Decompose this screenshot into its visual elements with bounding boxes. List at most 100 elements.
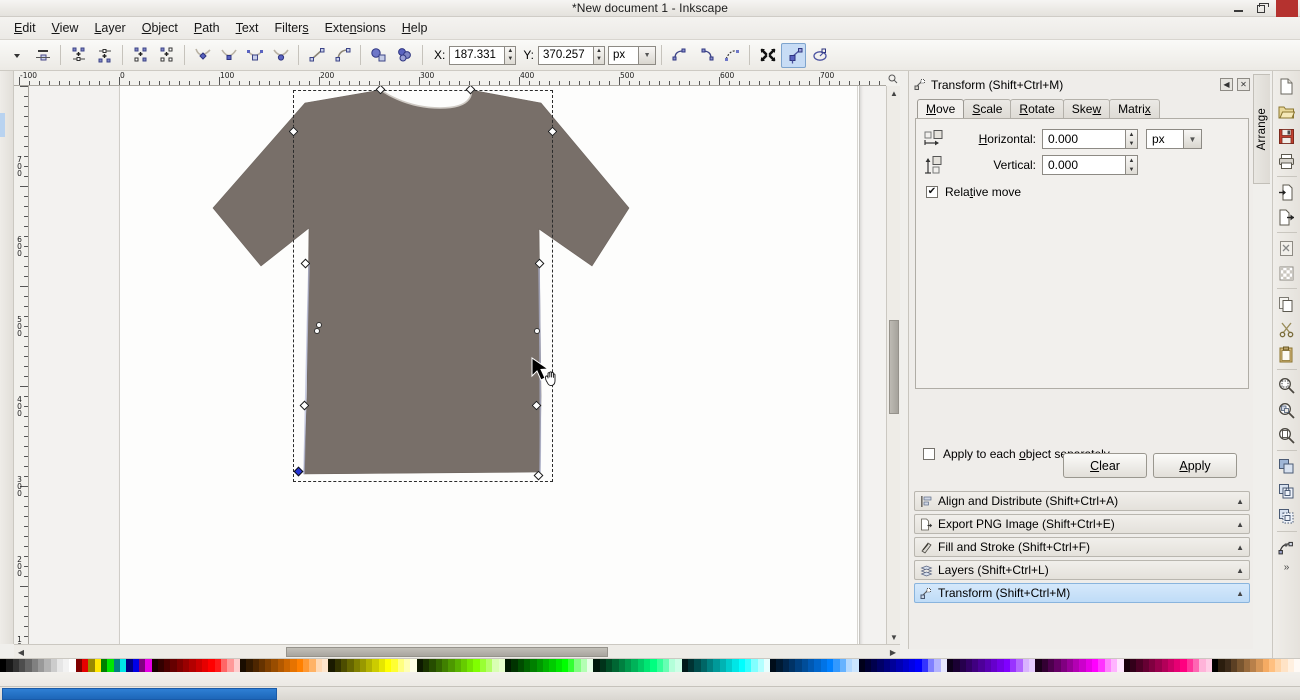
scroll-down-icon[interactable]: ▼ (887, 630, 901, 644)
arrange-side-tab[interactable]: Arrange (1253, 74, 1270, 184)
next-path-effect-icon[interactable] (807, 43, 832, 68)
menu-edit[interactable]: Edit (6, 19, 44, 37)
break-path-icon[interactable] (128, 43, 153, 68)
x-coord-field[interactable]: 187.331 ▲ ▼ (449, 45, 517, 65)
show-mask-paths-icon[interactable] (781, 42, 807, 68)
chevron-up-icon[interactable]: ▲ (1236, 543, 1244, 552)
toolbar-overflow-icon[interactable] (4, 43, 29, 68)
tab-matrix[interactable]: Matri x (1109, 99, 1160, 118)
y-coord-spinner[interactable]: ▲ ▼ (594, 45, 606, 65)
undo-history-icon[interactable] (1275, 236, 1299, 260)
join-nodes-icon[interactable] (154, 43, 179, 68)
dialog-dock-button[interactable]: ◀ (1220, 78, 1233, 91)
object-to-path-icon[interactable] (366, 43, 391, 68)
path-node-handle[interactable] (534, 328, 540, 334)
y-coord-field[interactable]: 370.257 ▲ ▼ (538, 45, 606, 65)
delete-node-icon[interactable] (92, 43, 117, 68)
vertical-spinner[interactable]: ▲ ▼ (1126, 155, 1138, 175)
copy-icon[interactable] (1275, 292, 1299, 316)
cut-icon[interactable] (1275, 317, 1299, 341)
node-cusp-icon[interactable] (190, 43, 215, 68)
close-button[interactable] (1276, 0, 1298, 17)
x-coord-value[interactable]: 187.331 (449, 45, 506, 65)
x-coord-spinner[interactable]: ▲ ▼ (505, 45, 517, 65)
segment-line-icon[interactable] (304, 43, 329, 68)
scroll-left-icon[interactable]: ◀ (14, 645, 28, 659)
new-document-icon[interactable] (1275, 74, 1299, 98)
vertical-scroll-thumb[interactable] (889, 320, 899, 414)
zoom-selection-icon[interactable] (1275, 373, 1299, 397)
clear-button[interactable]: Clear (1063, 453, 1147, 478)
dock-row-fill-stroke[interactable]: Fill and Stroke (Shift+Ctrl+F) ▲ (914, 537, 1250, 557)
minimize-button[interactable] (1232, 2, 1246, 16)
apply-button[interactable]: Apply (1153, 453, 1237, 478)
dock-row-export-png[interactable]: Export PNG Image (Shift+Ctrl+E) ▲ (914, 514, 1250, 534)
tab-scale[interactable]: Scale (963, 99, 1012, 118)
open-document-icon[interactable] (1275, 99, 1299, 123)
chevron-up-icon[interactable]: ▲ (1236, 520, 1244, 529)
command-bar-overflow[interactable]: » (1284, 562, 1290, 573)
node-symmetric-icon[interactable] (242, 43, 267, 68)
tab-move[interactable]: Move (917, 99, 965, 118)
segment-curve-icon[interactable] (330, 43, 355, 68)
menu-extensions[interactable]: Extensions (317, 19, 394, 37)
menu-layer[interactable]: Layer (86, 19, 133, 37)
horizontal-spinner[interactable]: ▲ ▼ (1126, 129, 1138, 149)
color-palette[interactable] (0, 658, 1300, 672)
toolbar-unit-select[interactable]: px ▼ (608, 45, 657, 65)
insert-node-icon[interactable] (66, 43, 91, 68)
show-bezier-handles-icon[interactable] (693, 43, 718, 68)
tab-rotate[interactable]: Rotate (1010, 99, 1064, 118)
toolbox-strip[interactable] (0, 71, 14, 644)
ungroup-icon[interactable] (1275, 504, 1299, 528)
menu-object[interactable]: Object (134, 19, 186, 37)
horizontal-ruler[interactable]: -100 0 100 200 300 400 500 600 700 (14, 71, 900, 86)
dialog-close-button[interactable]: ✕ (1237, 78, 1250, 91)
scroll-right-icon[interactable]: ▶ (886, 645, 900, 659)
vertical-ruler[interactable]: 700 600 500 400 300 200 100 (14, 86, 29, 644)
canvas-area[interactable] (29, 86, 886, 644)
path-node-handle[interactable] (316, 322, 322, 328)
edit-nodes-icon[interactable] (30, 43, 55, 68)
zoom-corner-icon[interactable] (886, 71, 900, 86)
menu-path[interactable]: Path (186, 19, 228, 37)
vertical-scrollbar[interactable]: ▲ ▼ (886, 86, 900, 644)
paste-icon[interactable] (1275, 342, 1299, 366)
maximize-button[interactable] (1254, 2, 1269, 16)
node-editor-icon[interactable] (1275, 535, 1299, 559)
relative-move-row[interactable]: ✔ Relative move (926, 185, 1021, 199)
node-smooth-icon[interactable] (216, 43, 241, 68)
import-icon[interactable] (1275, 180, 1299, 204)
apply-each-checkbox[interactable] (923, 448, 935, 460)
horizontal-value[interactable]: 0.000 (1042, 129, 1126, 149)
chevron-up-icon[interactable]: ▲ (1236, 497, 1244, 506)
zoom-page-icon[interactable] (1275, 423, 1299, 447)
scroll-up-icon[interactable]: ▲ (887, 86, 901, 100)
tab-skew[interactable]: Ske w (1062, 99, 1111, 118)
menu-filters[interactable]: Filters (267, 19, 317, 37)
horizontal-scroll-thumb[interactable] (286, 647, 608, 657)
horizontal-scrollbar[interactable]: ◀ ▶ (14, 644, 900, 658)
node-auto-icon[interactable] (268, 43, 293, 68)
dock-row-transform[interactable]: Transform (Shift+Ctrl+M) ▲ (914, 583, 1250, 603)
zoom-drawing-icon[interactable] (1275, 398, 1299, 422)
taskbar-item[interactable] (2, 688, 277, 700)
show-transform-handles-icon[interactable] (667, 43, 692, 68)
export-icon[interactable] (1275, 205, 1299, 229)
show-clip-paths-icon[interactable] (755, 43, 780, 68)
stroke-to-path-icon[interactable] (392, 43, 417, 68)
palette-swatch[interactable] (1294, 659, 1300, 672)
save-document-icon[interactable] (1275, 124, 1299, 148)
y-coord-value[interactable]: 370.257 (538, 45, 595, 65)
duplicate-icon[interactable] (1275, 454, 1299, 478)
transform-unit-select[interactable]: px ▼ (1146, 129, 1202, 149)
menu-help[interactable]: Help (394, 19, 436, 37)
chevron-up-icon[interactable]: ▲ (1236, 566, 1244, 575)
t-shirt-path[interactable] (212, 89, 630, 475)
path-node-handle[interactable] (314, 328, 320, 334)
dock-row-layers[interactable]: Layers (Shift+Ctrl+L) ▲ (914, 560, 1250, 580)
dock-row-align-distribute[interactable]: Align and Distribute (Shift+Ctrl+A) ▲ (914, 491, 1250, 511)
relative-move-checkbox[interactable]: ✔ (926, 186, 938, 198)
group-icon[interactable] (1275, 479, 1299, 503)
menu-text[interactable]: Text (228, 19, 267, 37)
